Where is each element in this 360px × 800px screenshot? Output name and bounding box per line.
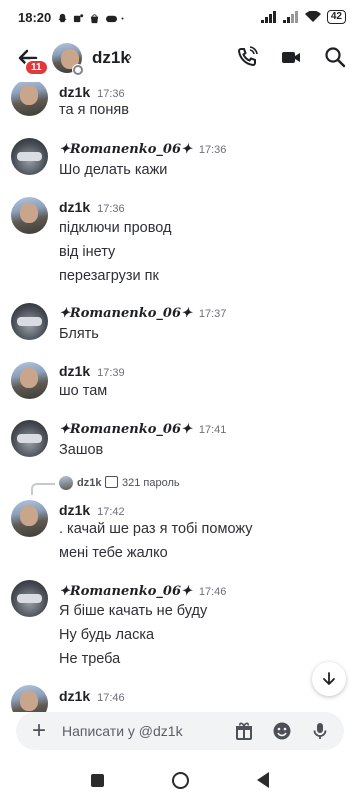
message-author[interactable]: dz1k bbox=[59, 688, 90, 704]
home-button[interactable] bbox=[172, 771, 189, 789]
message-text[interactable]: . качай ше раз я тобі поможу bbox=[59, 521, 252, 537]
shop-icon bbox=[89, 12, 100, 23]
chevron-right-icon[interactable]: › bbox=[127, 48, 132, 65]
message-text[interactable]: Ну будь ласка bbox=[59, 627, 154, 643]
avatar bbox=[59, 476, 73, 490]
jump-to-bottom-button[interactable] bbox=[312, 662, 346, 696]
avatar[interactable] bbox=[11, 362, 48, 399]
search-icon[interactable] bbox=[324, 46, 346, 68]
teams-icon bbox=[73, 12, 84, 23]
gift-icon[interactable] bbox=[234, 721, 254, 741]
avatar[interactable] bbox=[11, 580, 48, 617]
video-call-icon[interactable] bbox=[280, 46, 302, 68]
message-timestamp: 17:41 bbox=[198, 424, 227, 436]
avatar[interactable] bbox=[11, 420, 48, 457]
battery-icon: 42 bbox=[326, 10, 346, 24]
message-timestamp: 17:36 bbox=[97, 203, 125, 215]
message-author[interactable]: dz1k bbox=[59, 502, 90, 518]
message-timestamp: 17:37 bbox=[198, 308, 227, 320]
recents-button[interactable] bbox=[91, 773, 104, 787]
message-text[interactable]: Я біше качать не буду bbox=[59, 603, 207, 619]
message-timestamp: 17:46 bbox=[97, 692, 125, 704]
message-text[interactable]: мені тебе жалко bbox=[59, 545, 168, 561]
signal-icon bbox=[260, 11, 276, 23]
message-author[interactable]: ✦𝑹𝒐𝒎𝒂𝒏𝒆𝒏𝒌𝒐_06✦ bbox=[59, 422, 192, 437]
message-author[interactable]: ✦𝑹𝒐𝒎𝒂𝒏𝒆𝒏𝒌𝒐_06✦ bbox=[59, 306, 192, 321]
image-icon bbox=[105, 476, 118, 488]
reply-text: 321 пароль bbox=[122, 477, 180, 489]
system-navigation-bar bbox=[0, 760, 360, 800]
avatar[interactable] bbox=[11, 197, 48, 234]
message-author[interactable]: dz1k bbox=[59, 84, 90, 100]
emoji-icon[interactable] bbox=[272, 721, 292, 741]
message-text[interactable]: шо там bbox=[59, 383, 107, 399]
snapchat-icon bbox=[57, 12, 68, 23]
arrow-down-icon bbox=[323, 672, 335, 685]
plus-icon[interactable]: + bbox=[32, 719, 46, 743]
back-button[interactable] bbox=[257, 772, 269, 788]
message-author[interactable]: ✦𝑹𝒐𝒎𝒂𝒏𝒆𝒏𝒌𝒐_06✦ bbox=[59, 584, 192, 599]
gamepad-icon bbox=[105, 12, 118, 23]
message-timestamp: 17:39 bbox=[97, 367, 125, 379]
message-timestamp: 17:36 bbox=[198, 144, 227, 156]
dot-icon bbox=[121, 12, 132, 23]
wifi-icon bbox=[304, 11, 321, 22]
microphone-icon[interactable] bbox=[310, 721, 330, 741]
reply-author: dz1k bbox=[77, 477, 102, 489]
message-author[interactable]: dz1k bbox=[59, 363, 90, 379]
message-input[interactable]: Написати у @dz1k bbox=[62, 723, 183, 739]
avatar[interactable] bbox=[11, 500, 48, 537]
status-indicator bbox=[72, 64, 84, 76]
message-text[interactable]: Не треба bbox=[59, 651, 120, 667]
message-timestamp: 17:46 bbox=[198, 586, 227, 598]
message-timestamp: 17:36 bbox=[97, 88, 125, 100]
message-author[interactable]: ✦𝑹𝒐𝒎𝒂𝒏𝒆𝒏𝒌𝒐_06✦ bbox=[59, 142, 192, 157]
message-text[interactable]: Блять bbox=[59, 326, 99, 342]
signal-icon bbox=[282, 11, 298, 23]
page-title[interactable]: dz1k bbox=[92, 48, 130, 68]
message-list[interactable]: dz1k 17:36 та я поняв ✦𝑹𝒐𝒎𝒂𝒏𝒆𝒏𝒌𝒐_06✦ 17:… bbox=[0, 82, 360, 712]
message-text[interactable]: перезагрузи пк bbox=[59, 268, 159, 284]
avatar[interactable] bbox=[11, 685, 48, 712]
status-time: 18:20 bbox=[18, 9, 52, 25]
avatar[interactable] bbox=[11, 82, 48, 116]
message-composer[interactable]: + Написати у @dz1k bbox=[16, 712, 344, 750]
message-text[interactable]: Зашов bbox=[59, 442, 103, 458]
avatar[interactable] bbox=[11, 138, 48, 175]
chat-header: 11 dz1k › bbox=[0, 34, 360, 82]
message-text[interactable]: та я поняв bbox=[59, 102, 129, 118]
status-bar: 18:20 42 bbox=[0, 0, 360, 34]
message-timestamp: 17:42 bbox=[97, 506, 125, 518]
message-text[interactable]: підключи провод bbox=[59, 220, 171, 236]
message-author[interactable]: dz1k bbox=[59, 199, 90, 215]
message-text[interactable]: Шо делать кажи bbox=[59, 162, 167, 178]
avatar[interactable] bbox=[11, 303, 48, 340]
unread-badge: 11 bbox=[24, 59, 49, 76]
reply-preview[interactable]: dz1k 321 пароль bbox=[31, 476, 331, 495]
message-text[interactable]: від інету bbox=[59, 244, 115, 260]
phone-call-icon[interactable] bbox=[236, 46, 258, 68]
